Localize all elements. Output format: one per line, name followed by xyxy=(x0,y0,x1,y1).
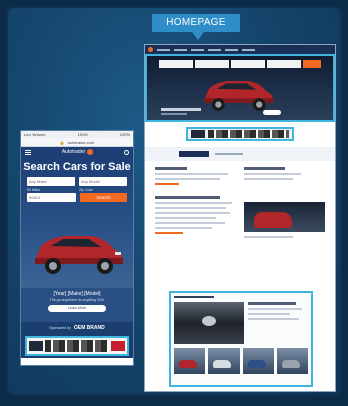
research-columns xyxy=(155,202,325,241)
model-select[interactable]: Any Model xyxy=(79,177,127,186)
research-car-image[interactable] xyxy=(244,202,325,232)
research-text xyxy=(155,202,236,241)
model-field[interactable] xyxy=(195,60,229,68)
battery-text: 100% xyxy=(119,132,130,137)
radius-field[interactable] xyxy=(231,60,265,68)
zip-field[interactable] xyxy=(267,60,301,68)
desktop-learn-more-button[interactable] xyxy=(263,110,281,115)
lock-icon: 🔒 xyxy=(59,139,65,145)
desktop-ad-banner[interactable] xyxy=(186,127,294,141)
sell-column xyxy=(155,167,236,188)
desktop-nav xyxy=(145,45,335,54)
autotrader-logo[interactable]: Autotrader xyxy=(61,149,94,155)
hero-title: Search Cars for Sale xyxy=(23,161,131,173)
mobile-app-bar: Autotrader xyxy=(21,147,133,157)
url-text: autotrader.com xyxy=(67,139,95,145)
make-select[interactable]: Any Make xyxy=(27,177,75,186)
ad-logo xyxy=(29,341,43,351)
nav-item[interactable] xyxy=(242,48,255,51)
zip-label: Zip Code xyxy=(79,188,94,192)
promo-text xyxy=(215,153,243,155)
carrier-text: ••••• Verizon xyxy=(24,132,46,137)
mobile-url-bar[interactable]: 🔒 autotrader.com xyxy=(21,138,133,147)
nav-item[interactable] xyxy=(191,48,204,51)
featured-article-text xyxy=(248,302,308,344)
zip-input[interactable]: 90810 xyxy=(27,193,76,202)
mobile-status-bar: ••••• Verizon 10:09 100% xyxy=(21,131,133,138)
news-reviews-section xyxy=(169,291,313,387)
mobile-footer xyxy=(21,358,133,365)
search-button[interactable]: Search xyxy=(80,193,127,202)
make-field[interactable] xyxy=(159,60,193,68)
learn-more-button[interactable]: Learn More xyxy=(48,305,106,312)
zip-search-row: 90810 Search xyxy=(21,193,133,202)
user-icon[interactable] xyxy=(123,149,129,155)
radius-label: 50 Miles xyxy=(27,188,41,192)
news-header xyxy=(171,293,311,300)
time-text: 10:09 xyxy=(77,132,88,137)
nav-item[interactable] xyxy=(208,48,221,51)
desktop-search-button[interactable] xyxy=(303,60,321,68)
homepage-label: HOMEPAGE xyxy=(152,14,240,32)
content-columns xyxy=(155,167,325,188)
menu-icon[interactable] xyxy=(25,149,31,155)
ad-graphic xyxy=(45,340,109,352)
make-model-row: Any Make Any Model xyxy=(21,177,133,186)
car-thumbnail xyxy=(254,212,292,228)
label-pointer xyxy=(192,32,204,40)
article-thumbnail[interactable] xyxy=(208,348,240,374)
oem-brand-logo[interactable]: OEM BRAND xyxy=(74,325,105,331)
mobile-mockup: ••••• Verizon 10:09 100% 🔒 autotrader.co… xyxy=(20,130,134,366)
sponsored-by-text: Sponsored by xyxy=(49,326,71,330)
autotrader-logo-icon[interactable] xyxy=(148,47,153,52)
promo-title: [Year] [Make] [Model] xyxy=(53,291,101,297)
desktop-hero xyxy=(145,54,335,122)
mobile-ad-banner[interactable] xyxy=(25,336,129,356)
logo-dot-icon xyxy=(87,149,94,155)
desktop-content xyxy=(145,161,335,247)
labels-row: 50 Miles Zip Code xyxy=(21,188,133,192)
desktop-promo-strip xyxy=(145,147,335,161)
ad-logo xyxy=(191,130,205,138)
hero-caption xyxy=(161,108,201,111)
sponsor-row: Sponsored by OEM BRAND xyxy=(21,322,133,334)
promo-panel: [Year] [Make] [Model] The go-anywhere do… xyxy=(21,288,133,322)
ad-badge xyxy=(111,341,125,351)
logo-text: Autotrader xyxy=(61,149,86,155)
nav-item[interactable] xyxy=(157,48,170,51)
hero-subcaption xyxy=(161,113,187,115)
desktop-search-bar xyxy=(159,60,321,68)
desktop-mockup xyxy=(144,44,336,392)
article-thumbnail[interactable] xyxy=(276,348,308,374)
nav-item[interactable] xyxy=(174,48,187,51)
nav-item[interactable] xyxy=(225,48,238,51)
research-image-column xyxy=(244,202,325,241)
red-suv-image xyxy=(35,236,123,274)
presentation-slide: HOMEPAGE ••••• Verizon 10:09 100% 🔒 auto… xyxy=(6,6,342,396)
promo-subtitle: The go-anywhere do-anything SUV xyxy=(49,298,105,302)
promo-logo[interactable] xyxy=(179,151,209,157)
featured-article[interactable] xyxy=(171,300,311,346)
article-thumbnail[interactable] xyxy=(242,348,274,374)
featured-article-image xyxy=(174,302,244,344)
desktop-red-suv-image xyxy=(204,81,274,111)
offer-column xyxy=(244,167,325,188)
mobile-hero: Search Cars for Sale Any Make Any Model … xyxy=(21,157,133,288)
article-thumbnail[interactable] xyxy=(174,348,206,374)
brand-emblem xyxy=(202,316,216,326)
ad-graphic xyxy=(208,130,289,138)
article-thumbnails xyxy=(171,346,311,376)
